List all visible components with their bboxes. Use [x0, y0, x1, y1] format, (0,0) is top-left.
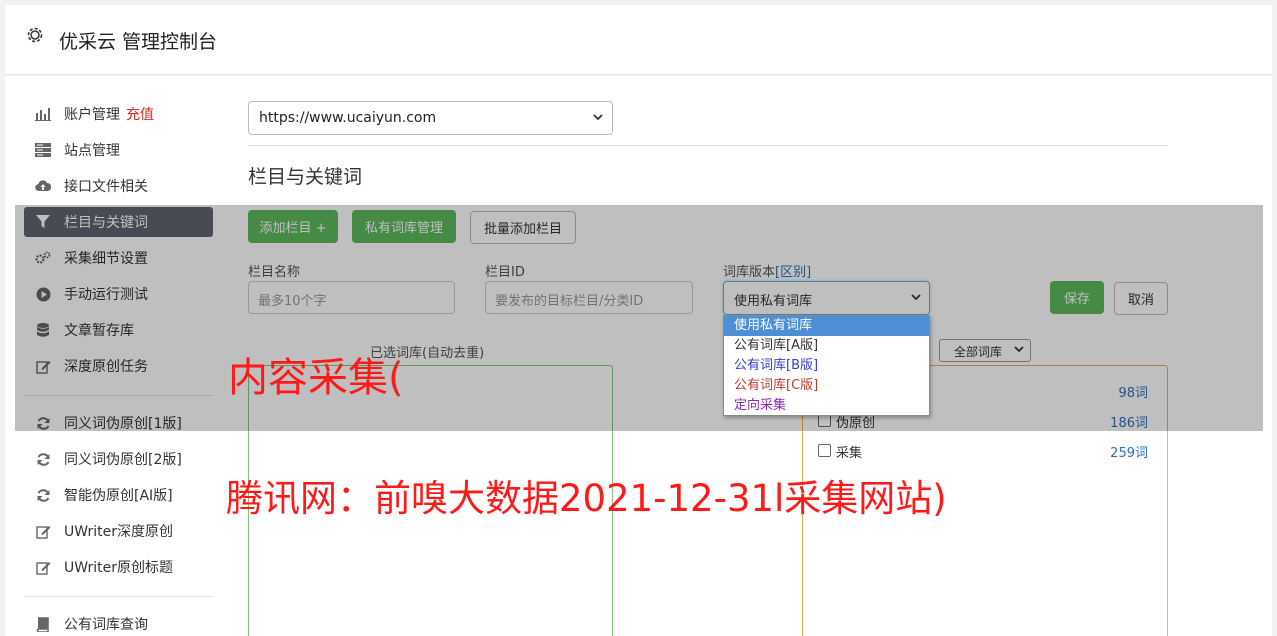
watermark-line-1: 内容采集(: [228, 355, 404, 401]
sidebar-item-label: 接口文件相关: [64, 179, 148, 195]
sidebar-item-ai-rewrite[interactable]: 智能伪原创[AI版]: [24, 480, 213, 510]
sidebar-item-label: 站点管理: [64, 143, 120, 159]
chevron-down-icon: [593, 114, 603, 121]
modal-overlay: [15, 205, 1263, 431]
sidebar-item-label: UWriter原创标题: [64, 560, 173, 576]
edit-icon: [35, 559, 51, 575]
sidebar-item-label: 公有词库查询: [64, 617, 148, 633]
section-title: 栏目与关键词: [248, 166, 363, 188]
sidebar-item-sites[interactable]: 站点管理: [24, 135, 213, 165]
lib-row-name: 采集: [836, 446, 863, 461]
lib-checkbox[interactable]: [818, 444, 831, 457]
watermark-line-2: 腾讯网：前嗅大数据2021-12-31l采集网站): [226, 477, 947, 520]
version-option-private[interactable]: 使用私有词库: [724, 316, 929, 336]
sidebar-item-uwriter-deep[interactable]: UWriter深度原创: [24, 516, 213, 546]
top-bar: 优采云 管理控制台: [5, 5, 1272, 75]
bar-chart-icon: [35, 106, 51, 122]
app-title: 优采云 管理控制台: [59, 31, 218, 53]
sidebar-item-label: 同义词伪原创[2版]: [64, 452, 182, 468]
sidebar-item-label: 账户管理: [64, 107, 120, 123]
cloud-upload-icon: [35, 178, 51, 194]
book-icon: [35, 616, 51, 632]
site-select[interactable]: https://www.ucaiyun.com: [248, 101, 613, 135]
divider: [248, 145, 1168, 146]
sidebar-item-label: UWriter深度原创: [64, 524, 173, 540]
sidebar-divider: [24, 596, 213, 597]
sidebar-item-account[interactable]: 账户管理 充值: [24, 99, 213, 129]
version-option-c[interactable]: 公有词库[C版]: [724, 376, 929, 396]
refresh-icon: [35, 487, 51, 503]
version-option-b[interactable]: 公有词库[B版]: [724, 356, 929, 376]
sidebar-item-uwriter-title[interactable]: UWriter原创标题: [24, 552, 213, 582]
gear-icon: [27, 27, 43, 43]
sidebar-item-interface[interactable]: 接口文件相关: [24, 171, 213, 201]
refresh-icon: [35, 451, 51, 467]
server-icon: [35, 142, 51, 158]
recharge-link[interactable]: 充值: [126, 104, 154, 124]
version-option-directed[interactable]: 定向采集: [724, 396, 929, 416]
sidebar-item-synonym-v2[interactable]: 同义词伪原创[2版]: [24, 444, 213, 474]
version-option-a[interactable]: 公有词库[A版]: [724, 336, 929, 356]
site-select-value: https://www.ucaiyun.com: [259, 110, 437, 126]
lib-row-count[interactable]: 259词: [1110, 442, 1148, 461]
sidebar-item-public-lib[interactable]: 公有词库查询: [24, 609, 213, 636]
lib-version-dropdown[interactable]: 使用私有词库 公有词库[A版] 公有词库[B版] 公有词库[C版] 定向采集: [723, 315, 930, 416]
sidebar-item-label: 智能伪原创[AI版]: [64, 488, 173, 504]
edit-icon: [35, 523, 51, 539]
lib-row[interactable]: 采集 259词: [818, 442, 1150, 462]
